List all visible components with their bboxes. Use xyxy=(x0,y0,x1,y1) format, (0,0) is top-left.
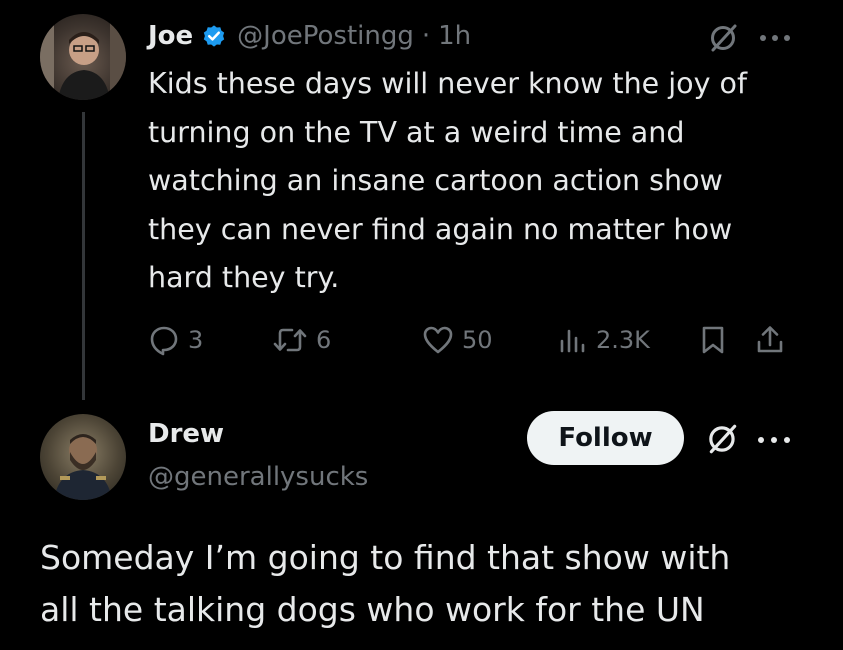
retweet-count: 6 xyxy=(316,326,332,354)
author-handle[interactable]: @generallysucks xyxy=(148,459,368,495)
timestamp[interactable]: 1h xyxy=(438,21,471,51)
author-name[interactable]: Drew xyxy=(148,416,224,452)
tweet-text: Kids these days will never know the joy … xyxy=(148,67,748,294)
separator-dot: · xyxy=(421,21,431,51)
heart-icon xyxy=(422,325,454,355)
verified-badge-icon[interactable] xyxy=(201,23,227,49)
thread-line xyxy=(82,112,85,400)
more-options-icon[interactable] xyxy=(752,424,796,456)
bookmark-icon xyxy=(698,324,728,356)
views-chart-icon xyxy=(558,325,588,355)
avatar[interactable] xyxy=(40,14,126,100)
grok-icon[interactable] xyxy=(704,420,742,458)
like-count: 50 xyxy=(462,326,493,354)
avatar[interactable] xyxy=(40,414,126,500)
bookmark-button[interactable] xyxy=(698,318,728,362)
more-options-icon[interactable] xyxy=(754,22,796,54)
views-button[interactable]: 2.3K xyxy=(558,318,650,362)
reply-icon xyxy=(148,324,180,356)
tweet-header: Joe @JoePostingg · 1h xyxy=(148,16,471,56)
share-button[interactable] xyxy=(754,318,786,362)
reply-text: Someday I’m going to find that show with… xyxy=(40,538,731,629)
author-handle[interactable]: @JoePostingg xyxy=(237,21,414,51)
follow-button[interactable]: Follow xyxy=(527,411,684,465)
reply-count: 3 xyxy=(188,326,204,354)
grok-icon[interactable] xyxy=(706,20,742,56)
like-button[interactable]: 50 xyxy=(422,318,493,362)
share-icon xyxy=(754,324,786,356)
retweet-icon xyxy=(272,325,308,355)
retweet-button[interactable]: 6 xyxy=(272,318,331,362)
tweet-actions: 3 6 50 2.3K xyxy=(148,318,808,362)
reply-button[interactable]: 3 xyxy=(148,318,203,362)
views-count: 2.3K xyxy=(596,326,650,354)
author-name[interactable]: Joe xyxy=(148,21,193,51)
